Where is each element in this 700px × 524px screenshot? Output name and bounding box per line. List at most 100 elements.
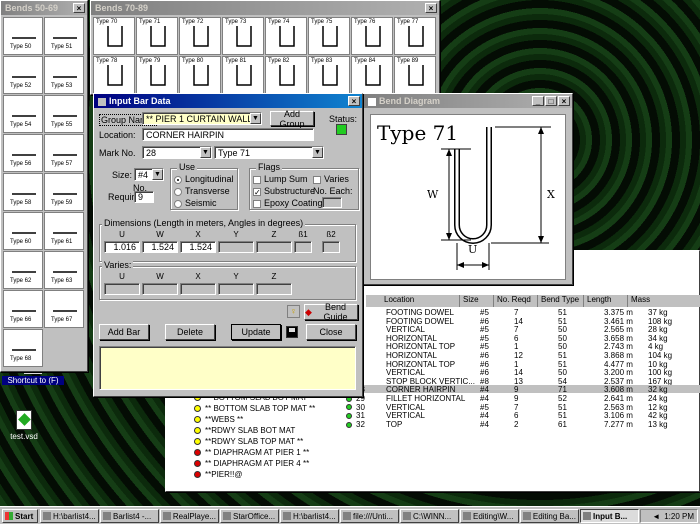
group-list-item[interactable]: **PIER!!@: [194, 470, 242, 479]
dim-field[interactable]: [256, 241, 292, 253]
varies-field[interactable]: [256, 283, 292, 295]
dim-field[interactable]: [322, 241, 340, 253]
bend-thumb[interactable]: Type 59: [44, 173, 84, 211]
taskbar-item[interactable]: H:\barlist4...: [280, 509, 339, 523]
no-each-field[interactable]: [322, 197, 342, 208]
table-row[interactable]: 32 TOP #4 2 61 7.277 m 13 kg: [346, 420, 700, 429]
varies-field[interactable]: [142, 283, 178, 295]
bend-thumb[interactable]: Type 82: [265, 56, 307, 94]
col-reqd[interactable]: No. Reqd: [494, 295, 538, 307]
title-bar[interactable]: Bends 70-89 ×: [91, 1, 439, 15]
group-list-item[interactable]: ** BOTTOM SLAB TOP MAT **: [194, 404, 315, 413]
group-list-item[interactable]: ** DIAPHRAGM AT PIER 1 **: [194, 448, 309, 457]
table-row[interactable]: VERTICAL #5 7 50 2.565 m 28 kg: [346, 325, 700, 334]
table-row[interactable]: 30 VERTICAL #5 7 51 2.563 m 12 kg: [346, 403, 700, 412]
bend-thumb[interactable]: Type 67: [44, 290, 84, 328]
title-bar[interactable]: Bend Diagram _ □ ×: [364, 94, 572, 108]
taskbar-item[interactable]: Editing Ba...: [520, 509, 579, 523]
bend-thumb[interactable]: Type 50: [3, 17, 43, 55]
bend-thumb[interactable]: Type 79: [136, 56, 178, 94]
bend-thumb[interactable]: Type 60: [3, 212, 43, 250]
dim-field[interactable]: [218, 241, 254, 253]
close-icon[interactable]: ×: [348, 96, 360, 106]
bend-thumb[interactable]: Type 73: [222, 17, 264, 55]
group-list-item[interactable]: **RDWY SLAB BOT MAT: [194, 426, 295, 435]
minimize-icon[interactable]: _: [532, 96, 544, 106]
bend-thumb[interactable]: Type 53: [44, 56, 84, 94]
taskbar-item[interactable]: RealPlaye...: [160, 509, 219, 523]
bend-thumb[interactable]: Type 63: [44, 251, 84, 289]
maximize-icon[interactable]: □: [545, 96, 557, 106]
checkbox-icon[interactable]: [253, 175, 261, 184]
table-row[interactable]: HORIZONTAL #5 6 50 3.658 m 34 kg: [346, 334, 700, 343]
add-bar-button[interactable]: Add Bar: [99, 324, 149, 340]
radio-icon[interactable]: [174, 175, 182, 184]
checkbox-icon[interactable]: [253, 199, 261, 208]
taskbar-item[interactable]: C:\WINN...: [400, 509, 459, 523]
checkbox-icon[interactable]: [313, 175, 321, 184]
table-row[interactable]: HORIZONTAL TOP #6 1 51 4.477 m 10 kg: [346, 360, 700, 369]
bend-thumb[interactable]: Type 83: [308, 56, 350, 94]
bend-thumb[interactable]: Type 78: [93, 56, 135, 94]
mark-no-select[interactable]: 28 ▼: [142, 146, 212, 159]
close-icon[interactable]: ×: [425, 3, 437, 13]
col-location[interactable]: Location: [366, 295, 460, 307]
start-button[interactable]: Start: [2, 509, 38, 523]
bend-thumb[interactable]: Type 80: [179, 56, 221, 94]
use-option-longitudinal[interactable]: Longitudinal: [174, 174, 234, 184]
flag-varies[interactable]: Varies: [313, 174, 349, 184]
bend-thumb[interactable]: Type 76: [351, 17, 393, 55]
table-row[interactable]: HORIZONTAL TOP #5 1 50 2.743 m4 kg: [346, 342, 700, 351]
group-name-select[interactable]: ** PIER 1 CURTAIN WALL ** ▼: [142, 112, 262, 125]
chevron-down-icon[interactable]: ▼: [312, 147, 323, 158]
add-group-button[interactable]: Add Group: [270, 109, 314, 129]
title-bar[interactable]: Input Bar Data ×: [94, 94, 362, 108]
bend-thumb[interactable]: Type 77: [394, 17, 436, 55]
bend-thumb[interactable]: Type 55: [44, 95, 84, 133]
notes-area[interactable]: [99, 346, 356, 390]
bend-thumb[interactable]: Type 70: [93, 17, 135, 55]
dim-field[interactable]: 1.524: [142, 241, 178, 253]
bend-thumb[interactable]: Type 58: [3, 173, 43, 211]
bend-thumb[interactable]: Type 54: [3, 95, 43, 133]
varies-field[interactable]: [218, 283, 254, 295]
group-list-item[interactable]: **WEBS **: [194, 415, 243, 424]
flag-epoxy[interactable]: Epoxy Coating: [253, 198, 323, 208]
bend-thumb[interactable]: Type 61: [44, 212, 84, 250]
bend-thumb[interactable]: Type 75: [308, 17, 350, 55]
title-bar[interactable]: Bends 50-69 ×: [1, 1, 87, 15]
bend-thumb[interactable]: Type 66: [3, 290, 43, 328]
col-size[interactable]: Size: [460, 295, 494, 307]
chevron-down-icon[interactable]: ▼: [250, 113, 261, 124]
table-row[interactable]: HORIZONTAL #6 12 51 3.868 m 104 kg: [346, 351, 700, 360]
radio-icon[interactable]: [174, 199, 182, 208]
bend-type-select[interactable]: Type 71 ▼: [214, 146, 324, 159]
update-button[interactable]: Update: [231, 324, 281, 340]
bend-thumb[interactable]: Type 57: [44, 134, 84, 172]
bend-thumb[interactable]: Type 89: [394, 56, 436, 94]
close-icon[interactable]: ×: [73, 3, 85, 13]
location-field[interactable]: CORNER HAIRPIN: [142, 128, 314, 141]
bend-thumb[interactable]: Type 72: [179, 17, 221, 55]
bend-thumb[interactable]: Type 52: [3, 56, 43, 94]
bend-thumb[interactable]: Type 68: [3, 329, 43, 367]
dim-field[interactable]: 1.016: [104, 241, 140, 253]
use-option-transverse[interactable]: Transverse: [174, 186, 230, 196]
col-mass[interactable]: Mass: [628, 295, 668, 307]
bend-thumb[interactable]: Type 81: [222, 56, 264, 94]
close-icon[interactable]: ×: [558, 96, 570, 106]
table-row[interactable]: STOP BLOCK VERTIC... #8 13 54 2.537 m 167 kg: [346, 377, 700, 386]
taskbar-item[interactable]: Barlist4 -...: [100, 509, 159, 523]
speaker-icon[interactable]: ◄: [652, 512, 660, 521]
checkbox-checked-icon[interactable]: ✓: [253, 187, 261, 196]
size-select[interactable]: #4 ▼: [134, 168, 164, 181]
col-length[interactable]: Length: [584, 295, 628, 307]
flag-substructure[interactable]: ✓ Substructure: [253, 186, 315, 196]
col-bend[interactable]: Bend Type: [538, 295, 584, 307]
bend-thumb[interactable]: Type 84: [351, 56, 393, 94]
radio-icon[interactable]: [174, 187, 182, 196]
table-row[interactable]: 31 VERTICAL #4 6 51 3.106 m 42 kg: [346, 411, 700, 420]
table-row[interactable]: VERTICAL #6 14 50 3.200 m 100 kg: [346, 368, 700, 377]
flag-lump-sum[interactable]: Lump Sum: [253, 174, 308, 184]
use-option-seismic[interactable]: Seismic: [174, 198, 217, 208]
